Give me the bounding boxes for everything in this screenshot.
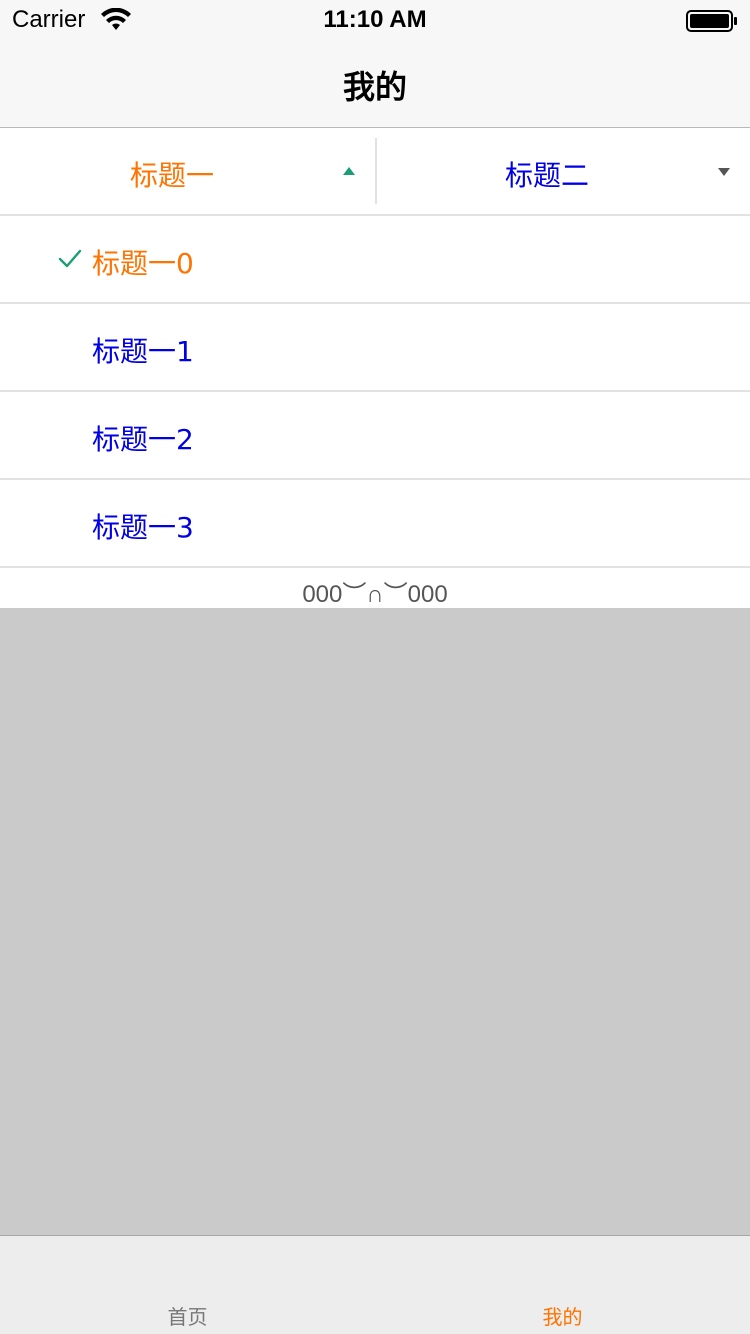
tab-mine[interactable]: 我的 — [375, 1236, 750, 1334]
option-label: 标题一1 — [92, 335, 194, 368]
tab-bar: 首页 我的 — [0, 1235, 750, 1334]
option-label: 标题一3 — [92, 511, 194, 544]
option-item-1[interactable]: 标题一1 — [0, 304, 750, 392]
tab-home[interactable]: 首页 — [0, 1236, 375, 1334]
option-item-3[interactable]: 标题一3 — [0, 480, 750, 568]
battery-icon — [686, 10, 737, 32]
menu-column-2[interactable]: 标题二 — [375, 128, 750, 214]
tab-home-label: 首页 — [167, 1305, 208, 1329]
menu-column-2-title: 标题二 — [504, 159, 589, 192]
page-title: 我的 — [342, 68, 407, 106]
checkmark-icon — [58, 249, 82, 268]
up-arrow-icon — [343, 167, 355, 175]
dropdown-footer: 000︶∩︶000 — [0, 568, 750, 608]
tab-mine-label: 我的 — [542, 1305, 583, 1329]
dropdown-footer-text: 000︶∩︶000 — [302, 581, 448, 608]
menu-column-1-title: 标题一 — [129, 159, 214, 192]
screen: Carrier 11:10 AM 我的 标题一 标题二 标题一0 标题一1 标题… — [0, 0, 750, 1334]
status-time: 11:10 AM — [323, 6, 427, 33]
dim-overlay[interactable] — [0, 608, 750, 1236]
navigation-bar: 我的 — [0, 40, 750, 128]
dropdown-menu-header: 标题一 标题二 — [0, 128, 750, 216]
option-item-2[interactable]: 标题一2 — [0, 392, 750, 480]
down-arrow-icon — [718, 168, 730, 176]
menu-column-1[interactable]: 标题一 — [0, 128, 375, 214]
option-item-0[interactable]: 标题一0 — [0, 216, 750, 304]
dropdown-options-list: 标题一0 标题一1 标题一2 标题一3 — [0, 216, 750, 568]
option-label: 标题一0 — [92, 247, 194, 280]
status-bar: Carrier 11:10 AM — [0, 0, 750, 40]
option-label: 标题一2 — [92, 423, 194, 456]
